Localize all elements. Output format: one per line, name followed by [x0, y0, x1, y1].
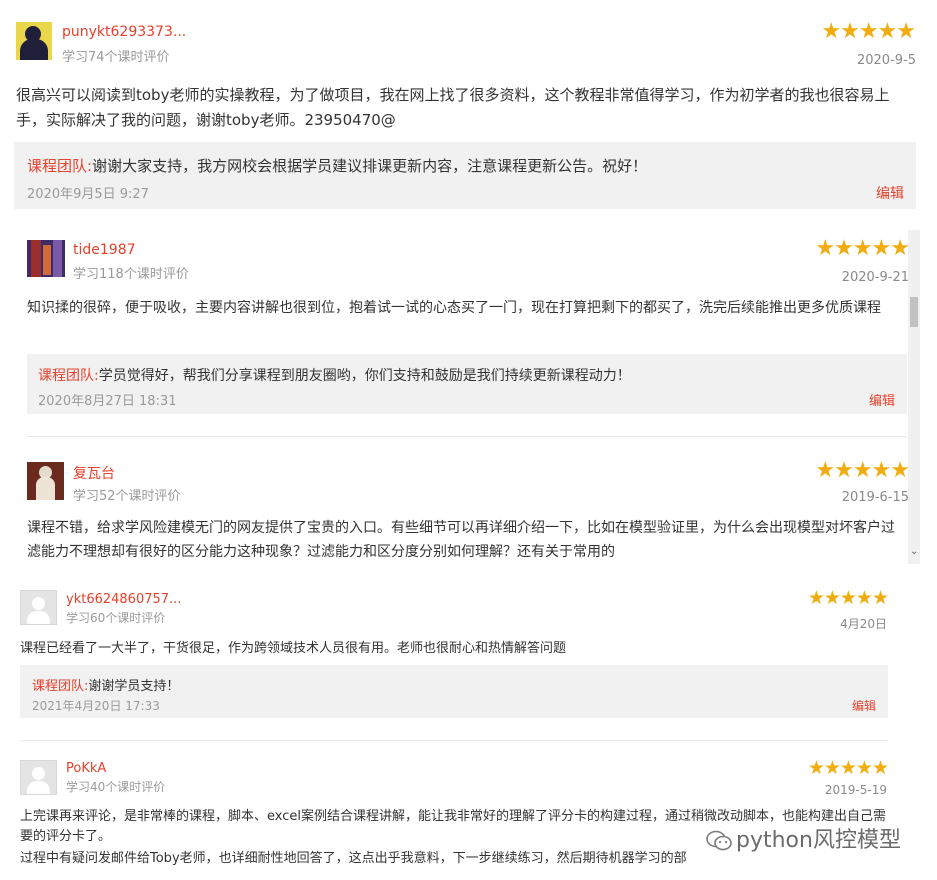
review-date: 2019-6-15: [841, 490, 909, 505]
reply-date: 2020年8月27日 18:31: [38, 394, 177, 409]
scrollbar-thumb[interactable]: [910, 297, 918, 327]
reply-body: 谢谢大家支持，我方网校会根据学员建议排课更新内容，注意课程更新公告。祝好！: [92, 157, 648, 175]
review-item: punykt6293373... 学习74个课时评价 ★★★★★ 2020-9-…: [0, 0, 937, 220]
edit-link[interactable]: 编辑: [869, 390, 895, 409]
scroll-down-icon[interactable]: ⌄: [910, 546, 918, 557]
lessons-count: 学习74个课时评价: [62, 50, 170, 65]
review-date: 2020-9-5: [856, 53, 916, 68]
reply-body: 谢谢学员支持！: [88, 679, 180, 694]
rating-stars: ★★★★★: [807, 587, 889, 609]
username[interactable]: ykt6624860757...: [66, 592, 181, 607]
review-item: tide1987 学习118个课时评价 ★★★★★ 2020-9-21 知识揉的…: [0, 228, 937, 438]
rating-stars: ★★★★★: [815, 236, 910, 261]
username[interactable]: 复瓦台: [73, 463, 115, 483]
reply-date: 2021年4月20日 17:33: [32, 699, 160, 713]
reply-text: 课程团队:学员觉得好，帮我们分享课程到朋友圈哟，你们支持和鼓励是我们持续更新课程…: [38, 368, 631, 384]
reply-team[interactable]: 课程团队: [27, 157, 87, 175]
review-content: 课程不错，给求学风险建模无门的网友提供了宝贵的入口。有些细节可以再详细介绍一下，…: [27, 520, 895, 560]
reply-body: 学员觉得好，帮我们分享课程到朋友圈哟，你们支持和鼓励是我们持续更新课程动力！: [98, 368, 631, 384]
avatar[interactable]: [27, 462, 64, 500]
review-content: 课程已经看了一大半了，干货很足，作为跨领域技术人员很有用。老师也很耐心和热情解答…: [20, 641, 567, 656]
review-item: PoKkA 学习40个课时评价 ★★★★★ 2019-5-19 上完课再来评论，…: [0, 748, 937, 880]
wechat-icon: [706, 830, 732, 852]
rating-stars: ★★★★★: [807, 757, 889, 779]
watermark-text: python风控模型: [736, 828, 901, 853]
avatar[interactable]: [20, 760, 57, 795]
lessons-count: 学习52个课时评价: [73, 489, 181, 504]
reply-box: 课程团队:谢谢大家支持，我方网校会根据学员建议排课更新内容，注意课程更新公告。祝…: [14, 142, 916, 209]
reply-box: 课程团队:谢谢学员支持！ 2021年4月20日 17:33 编辑: [20, 665, 888, 718]
review-date: 2019-5-19: [824, 783, 887, 797]
username[interactable]: PoKkA: [66, 761, 106, 776]
review-date: 4月20日: [840, 617, 887, 631]
review-item: 复瓦台 学习52个课时评价 ★★★★★ 2019-6-15 课程不错，给求学风险…: [0, 440, 937, 565]
edit-link[interactable]: 编辑: [876, 183, 904, 203]
rating-stars: ★★★★★: [815, 458, 910, 483]
review-date: 2020-9-21: [841, 270, 909, 285]
divider: [20, 740, 888, 741]
review-content: 知识揉的很碎，便于吸收，主要内容讲解也很到位，抱着试一试的心态买了一门，现在打算…: [27, 300, 881, 316]
reply-text: 课程团队:谢谢大家支持，我方网校会根据学员建议排课更新内容，注意课程更新公告。祝…: [27, 157, 648, 175]
avatar[interactable]: [16, 22, 52, 60]
scrollbar[interactable]: ⌄: [908, 230, 920, 564]
username[interactable]: punykt6293373...: [62, 24, 186, 40]
edit-link[interactable]: 编辑: [852, 697, 876, 714]
lessons-count: 学习60个课时评价: [66, 611, 166, 625]
reply-box: 课程团队:学员觉得好，帮我们分享课程到朋友圈哟，你们支持和鼓励是我们持续更新课程…: [27, 354, 907, 414]
watermark: python风控模型: [706, 822, 901, 854]
lessons-count: 学习118个课时评价: [73, 267, 189, 282]
review-content: 很高兴可以阅读到toby老师的实操教程，为了做项目，我在网上找了很多资料，这个教…: [16, 86, 890, 129]
rating-stars: ★★★★★: [821, 19, 916, 44]
reply-team[interactable]: 课程团队: [32, 679, 84, 694]
avatar[interactable]: [20, 590, 57, 625]
reply-team[interactable]: 课程团队: [38, 368, 94, 384]
username[interactable]: tide1987: [73, 242, 136, 258]
reply-text: 课程团队:谢谢学员支持！: [32, 679, 180, 694]
review-item: ykt6624860757... 学习60个课时评价 ★★★★★ 4月20日 课…: [0, 578, 937, 748]
divider: [27, 436, 907, 437]
avatar[interactable]: [27, 240, 65, 277]
reply-date: 2020年9月5日 9:27: [27, 187, 149, 202]
lessons-count: 学习40个课时评价: [66, 780, 166, 794]
